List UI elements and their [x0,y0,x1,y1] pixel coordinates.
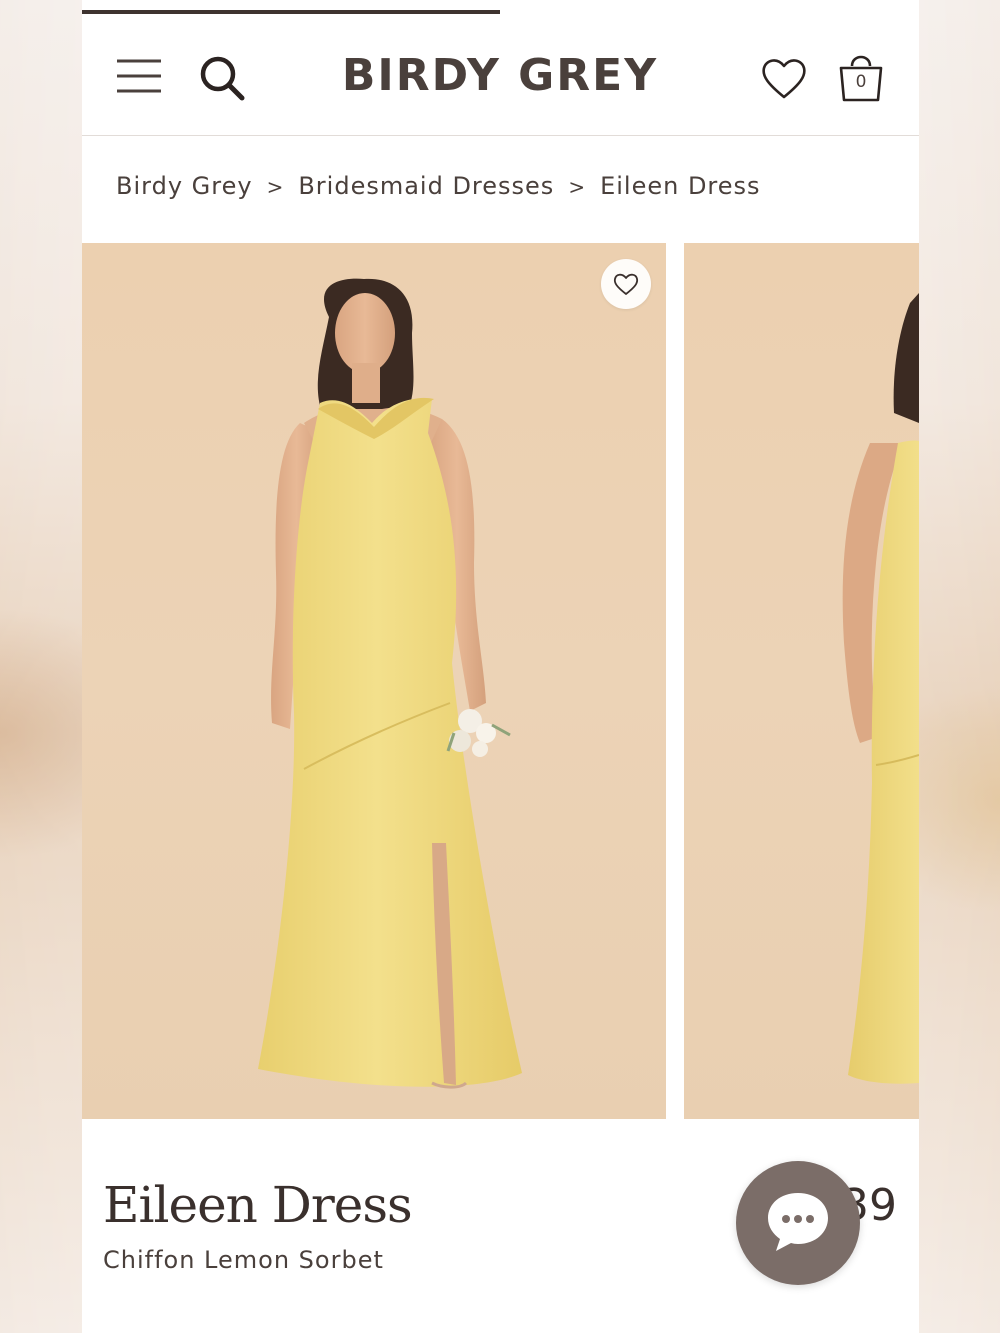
product-image-front[interactable] [82,243,666,1119]
search-icon[interactable] [198,54,246,102]
brand-logo[interactable]: BIRDY GREY [332,50,668,101]
hamburger-menu-icon[interactable] [116,58,162,94]
product-color-name: Chiffon Lemon Sorbet [103,1246,384,1274]
product-image-side[interactable] [684,243,919,1119]
breadcrumb-item-bridesmaid-dresses[interactable]: Bridesmaid Dresses [298,172,554,200]
chat-button[interactable] [736,1161,860,1285]
mobile-page: BIRDY GREY 0 Birdy Grey > Bridesmaid Dress… [82,0,919,1333]
breadcrumb-separator: > [568,175,587,199]
site-header: BIRDY GREY 0 [82,14,919,136]
image-favorite-button[interactable] [601,259,651,309]
breadcrumb-separator: > [266,175,285,199]
shopping-bag-icon[interactable]: 0 [836,52,886,104]
breadcrumb: Birdy Grey > Bridesmaid Dresses > Eileen Dre… [116,172,761,208]
chat-bubble-icon [768,1193,828,1251]
bag-count: 0 [855,72,867,92]
product-title: Eileen Dress [103,1176,413,1234]
breadcrumb-item-current: Eileen Dress [600,172,761,200]
breadcrumb-item-home[interactable]: Birdy Grey [116,172,253,200]
heart-icon [613,273,639,295]
wishlist-heart-icon[interactable] [760,56,808,100]
product-image-gallery[interactable] [82,243,919,1119]
